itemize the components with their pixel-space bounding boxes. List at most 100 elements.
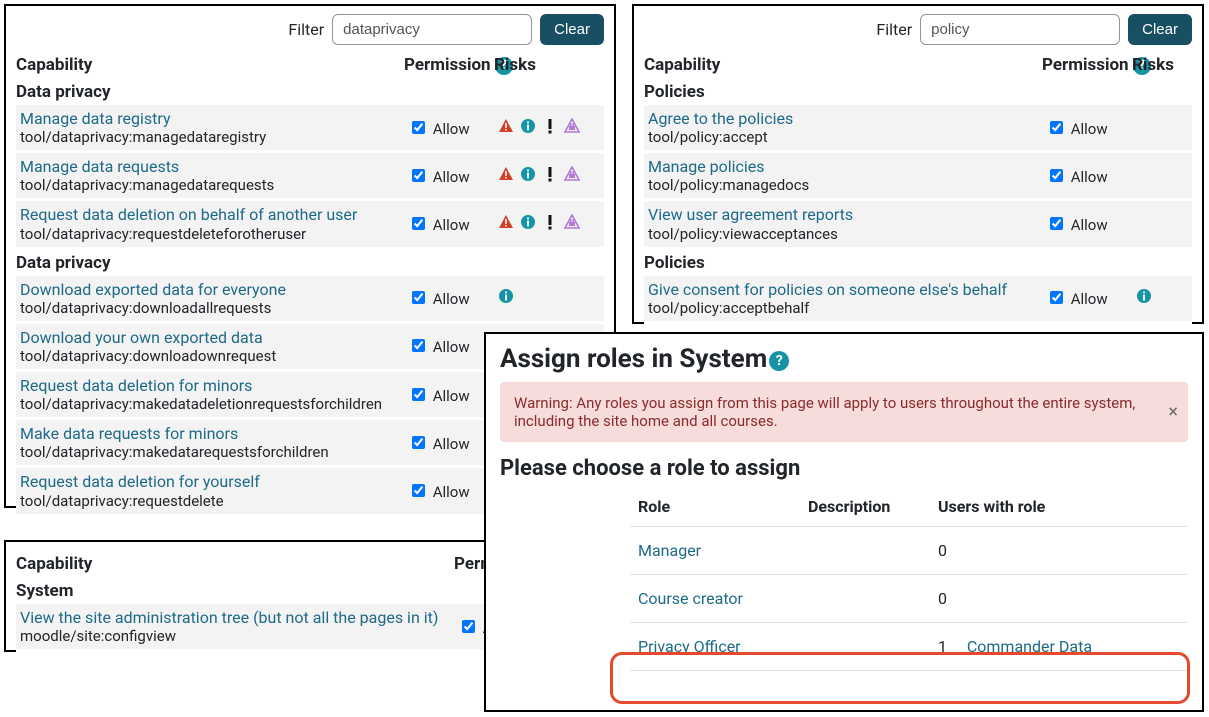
- allow-checkbox-label[interactable]: Allow: [1046, 290, 1108, 308]
- capability-link[interactable]: Give consent for policies on someone els…: [648, 280, 1038, 299]
- capability-cell: Manage data registrytool/dataprivacy:man…: [16, 105, 404, 152]
- role-link[interactable]: Course creator: [638, 589, 743, 608]
- capability-id: tool/dataprivacy:makedatarequestsforchil…: [20, 443, 400, 461]
- risk-xss-icon: [542, 166, 558, 182]
- risk-personal-icon: [520, 214, 536, 230]
- allow-checkbox-label[interactable]: Allow: [408, 168, 470, 186]
- capability-link[interactable]: Download exported data for everyone: [20, 280, 400, 299]
- role-link[interactable]: Manager: [638, 541, 701, 560]
- permission-cell: Allow: [404, 370, 494, 418]
- allow-checkbox[interactable]: [412, 339, 425, 352]
- capability-cell: Give consent for policies on someone els…: [644, 276, 1042, 323]
- permission-cell: Allow: [404, 419, 494, 467]
- allow-checkbox-label[interactable]: Allow: [408, 435, 470, 453]
- capability-link[interactable]: Agree to the policies: [648, 109, 1038, 128]
- allow-checkbox[interactable]: [462, 620, 475, 633]
- capability-id: tool/policy:accept: [648, 128, 1038, 146]
- role-link[interactable]: Privacy Officer: [638, 637, 741, 656]
- allow-checkbox[interactable]: [412, 484, 425, 497]
- capability-id: tool/policy:managedocs: [648, 176, 1038, 194]
- capability-link[interactable]: Request data deletion for minors: [20, 376, 400, 395]
- col-permission: Permission ?: [1042, 51, 1132, 79]
- capabilities-panel-policy: Filter Clear Capability Permission ? Ris…: [632, 4, 1204, 324]
- allow-checkbox-label[interactable]: Allow: [408, 483, 470, 501]
- role-row: Manager 0: [630, 527, 1188, 575]
- permission-cell: Allow: [1042, 152, 1132, 200]
- col-users-with-role: Users with role: [930, 491, 1188, 527]
- allow-checkbox-label[interactable]: Allow: [1046, 120, 1108, 138]
- permission-cell: Allow: [1042, 276, 1132, 323]
- allow-checkbox-label[interactable]: Allow: [408, 338, 470, 356]
- risks-cell: [494, 200, 604, 248]
- capability-cell: Agree to the policiestool/policy:accept: [644, 105, 1042, 152]
- capability-link[interactable]: View the site administration tree (but n…: [20, 608, 450, 627]
- allow-checkbox-label[interactable]: Allow: [1046, 216, 1108, 234]
- col-risks: Risks: [494, 51, 604, 79]
- risks-cell: [1132, 105, 1192, 152]
- allow-checkbox[interactable]: [412, 217, 425, 230]
- filter-input[interactable]: [920, 14, 1120, 45]
- risks-cell: [494, 152, 604, 200]
- allow-checkbox-label[interactable]: Allow: [408, 387, 470, 405]
- permission-cell: Allow: [404, 200, 494, 248]
- capability-row: Give consent for policies on someone els…: [644, 276, 1192, 323]
- allow-checkbox[interactable]: [1050, 121, 1063, 134]
- risk-xss-icon: [542, 214, 558, 230]
- capability-link[interactable]: Manage data requests: [20, 157, 400, 176]
- clear-button[interactable]: Clear: [540, 14, 604, 45]
- capability-cell: View the site administration tree (but n…: [16, 604, 454, 651]
- capability-link[interactable]: Make data requests for minors: [20, 424, 400, 443]
- section-header: Data privacy: [16, 79, 604, 105]
- permission-cell: Allow: [404, 322, 494, 370]
- col-capability: Capability: [16, 51, 404, 79]
- role-description: [800, 623, 930, 671]
- users-with-role-cell: 1 Commander Data: [930, 623, 1188, 671]
- allow-checkbox[interactable]: [412, 291, 425, 304]
- section-header: Policies: [644, 79, 1192, 105]
- allow-checkbox[interactable]: [1050, 169, 1063, 182]
- assign-roles-panel: Assign roles in System? Warning: Any rol…: [484, 332, 1204, 712]
- capability-cell: Request data deletion for minorstool/dat…: [16, 370, 404, 418]
- users-with-role-cell: 0: [930, 527, 1188, 575]
- close-icon[interactable]: ×: [1168, 402, 1178, 423]
- help-icon[interactable]: ?: [769, 351, 789, 371]
- risk-personal-icon: [520, 166, 536, 182]
- allow-checkbox[interactable]: [412, 436, 425, 449]
- capability-row: Agree to the policiestool/policy:accept …: [644, 105, 1192, 152]
- allow-checkbox-label[interactable]: Allow: [1046, 168, 1108, 186]
- filter-input[interactable]: [332, 14, 532, 45]
- user-link[interactable]: Commander Data: [967, 637, 1092, 656]
- clear-button[interactable]: Clear: [1128, 14, 1192, 45]
- capability-link[interactable]: Request data deletion on behalf of anoth…: [20, 205, 400, 224]
- risk-config-icon: [498, 166, 514, 182]
- capability-link[interactable]: View user agreement reports: [648, 205, 1038, 224]
- allow-checkbox[interactable]: [1050, 217, 1063, 230]
- allow-checkbox[interactable]: [412, 121, 425, 134]
- risk-spam-icon: [564, 166, 580, 182]
- capability-id: tool/dataprivacy:downloadallrequests: [20, 299, 400, 317]
- capability-row: Request data deletion on behalf of anoth…: [16, 200, 604, 248]
- capability-cell: Download exported data for everyonetool/…: [16, 276, 404, 323]
- allow-checkbox-label[interactable]: Allow: [408, 290, 470, 308]
- risk-xss-icon: [542, 118, 558, 134]
- allow-checkbox-label[interactable]: Allow: [408, 216, 470, 234]
- allow-checkbox[interactable]: [412, 388, 425, 401]
- capability-row: Manage data registrytool/dataprivacy:man…: [16, 105, 604, 152]
- permission-cell: Allow: [404, 276, 494, 323]
- capability-link[interactable]: Manage policies: [648, 157, 1038, 176]
- section-header: Policies: [644, 248, 1192, 276]
- filter-label: Filter: [876, 20, 912, 39]
- risk-spam-icon: [564, 118, 580, 134]
- capability-link[interactable]: Manage data registry: [20, 109, 400, 128]
- risks-cell: [494, 105, 604, 152]
- capability-id: tool/policy:acceptbehalf: [648, 299, 1038, 317]
- permission-cell: Allow: [1042, 200, 1132, 248]
- filter-row: Filter Clear: [644, 14, 1192, 45]
- allow-checkbox[interactable]: [412, 169, 425, 182]
- capability-link[interactable]: Request data deletion for yourself: [20, 472, 400, 491]
- allow-checkbox[interactable]: [1050, 291, 1063, 304]
- allow-checkbox-label[interactable]: Allow: [408, 120, 470, 138]
- capability-link[interactable]: Download your own exported data: [20, 328, 400, 347]
- capability-id: tool/dataprivacy:downloadownrequest: [20, 347, 400, 365]
- capability-row: View user agreement reportstool/policy:v…: [644, 200, 1192, 248]
